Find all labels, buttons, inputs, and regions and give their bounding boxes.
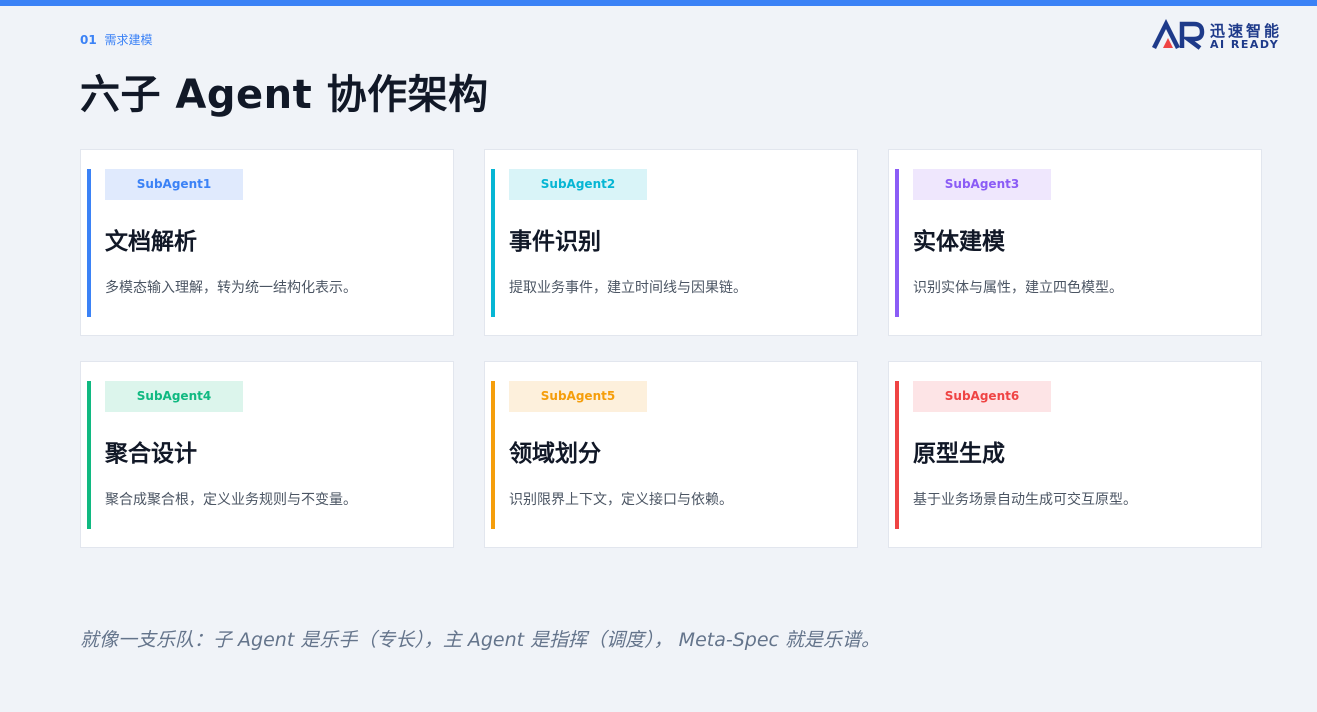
card-description: 识别实体与属性，建立四色模型。 [913,280,1123,296]
section-name: 需求建模 [104,33,153,47]
agent-card-1: SubAgent1 文档解析 多模态输入理解，转为统一结构化表示。 [80,149,454,336]
agent-card-6: SubAgent6 原型生成 基于业务场景自动生成可交互原型。 [888,361,1262,548]
subagent-badge: SubAgent6 [913,381,1051,412]
card-description: 识别限界上下文，定义接口与依赖。 [509,492,733,508]
card-accent-bar [895,169,899,317]
subagent-badge: SubAgent3 [913,169,1051,200]
card-accent-bar [491,169,495,317]
brand-logo: 迅速智能 AI READY [1152,18,1292,54]
card-description: 多模态输入理解，转为统一结构化表示。 [105,280,357,296]
card-accent-bar [491,381,495,529]
agent-card-3: SubAgent3 实体建模 识别实体与属性，建立四色模型。 [888,149,1262,336]
card-description: 聚合成聚合根，定义业务规则与不变量。 [105,492,357,508]
card-title: 原型生成 [913,441,1005,467]
agent-card-5: SubAgent5 领域划分 识别限界上下文，定义接口与依赖。 [484,361,858,548]
subagent-badge: SubAgent1 [105,169,243,200]
card-accent-bar [895,381,899,529]
card-description: 提取业务事件，建立时间线与因果链。 [509,280,747,296]
card-title: 文档解析 [105,229,197,255]
agent-card-2: SubAgent2 事件识别 提取业务事件，建立时间线与因果链。 [484,149,858,336]
ai-ready-logo-icon [1152,18,1205,50]
section-number: 01 [80,33,97,47]
card-title: 领域划分 [509,441,601,467]
page-title: 六子 Agent 协作架构 [80,72,489,118]
footer-quote: 就像一支乐队：子 Agent 是乐手（专长），主 Agent 是指挥（调度）， … [80,629,881,651]
card-title: 聚合设计 [105,441,197,467]
card-title: 事件识别 [509,229,601,255]
subagent-badge: SubAgent4 [105,381,243,412]
section-label: 01 需求建模 [80,31,153,48]
card-accent-bar [87,381,91,529]
card-title: 实体建模 [913,229,1005,255]
card-description: 基于业务场景自动生成可交互原型。 [913,492,1137,508]
subagent-badge: SubAgent5 [509,381,647,412]
card-accent-bar [87,169,91,317]
subagent-badge: SubAgent2 [509,169,647,200]
logo-en-text: AI READY [1210,38,1280,51]
top-accent-bar [0,0,1317,6]
agent-card-4: SubAgent4 聚合设计 聚合成聚合根，定义业务规则与不变量。 [80,361,454,548]
